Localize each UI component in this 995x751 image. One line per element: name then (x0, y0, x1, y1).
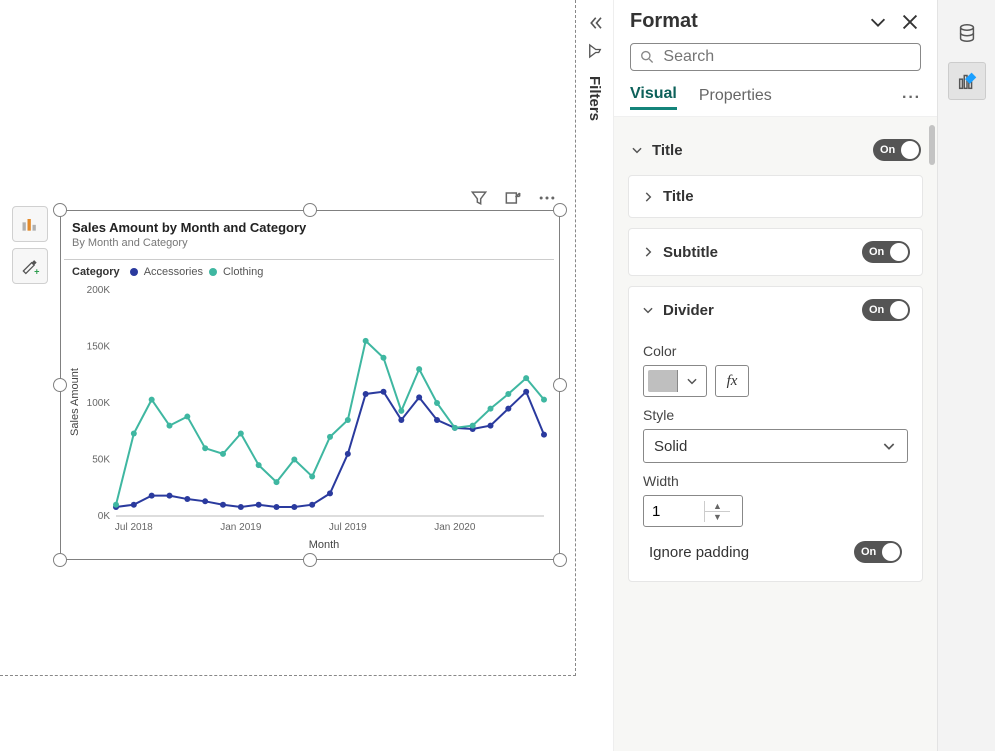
line-chart: Sales Amount by Month and Category By Mo… (64, 216, 554, 554)
svg-text:50K: 50K (92, 455, 110, 466)
legend-title: Category (72, 266, 120, 278)
filter-icon[interactable] (469, 188, 489, 208)
section-title[interactable]: Title On (624, 129, 927, 171)
svg-text:Jul 2018: Jul 2018 (115, 522, 153, 533)
filters-funnel-icon (586, 42, 604, 60)
chart-subtitle: By Month and Category (72, 237, 546, 249)
ignore-padding-toggle[interactable]: On (854, 541, 902, 563)
svg-text:200K: 200K (87, 285, 111, 296)
format-pane-title: Format (630, 10, 698, 33)
step-down-icon[interactable]: ▼ (705, 512, 730, 522)
divider-color-label: Color (643, 343, 908, 359)
chevron-right-icon (641, 190, 655, 204)
resize-handle[interactable] (53, 203, 67, 217)
resize-handle[interactable] (553, 553, 567, 567)
visual-side-toolbar: + (12, 206, 48, 284)
resize-handle[interactable] (303, 203, 317, 217)
resize-handle[interactable] (53, 553, 67, 567)
resize-handle[interactable] (303, 553, 317, 567)
divider-toggle[interactable]: On (862, 299, 910, 321)
collapse-chevron-icon[interactable] (586, 14, 604, 32)
divider-style-label: Style (643, 407, 908, 423)
title-subcard: Title (628, 175, 923, 218)
chevron-down-icon (881, 438, 897, 454)
scrollbar-thumb[interactable] (929, 125, 935, 165)
visual-header-icons (469, 188, 557, 208)
divider-style-value: Solid (654, 438, 687, 455)
chevron-down-icon (678, 366, 706, 396)
chevron-down-icon[interactable] (867, 11, 889, 33)
legend-swatch-clothing (209, 268, 217, 276)
tab-visual[interactable]: Visual (630, 85, 677, 110)
format-tool-button[interactable]: + (12, 248, 48, 284)
data-pane-icon[interactable] (948, 14, 986, 52)
format-pane: Format Visual Properties ··· (614, 0, 938, 751)
chart-divider (64, 259, 554, 260)
divider-width-input[interactable] (644, 503, 704, 520)
subsection-title[interactable]: Title (629, 176, 922, 217)
divider-color-picker[interactable] (643, 365, 707, 397)
step-up-icon[interactable]: ▲ (705, 501, 730, 512)
close-icon[interactable] (899, 11, 921, 33)
report-canvas[interactable]: + Sales Amount by Month and Category By … (0, 0, 576, 676)
subsection-divider[interactable]: Divider On (629, 287, 922, 333)
svg-text:Jan 2020: Jan 2020 (434, 522, 476, 533)
chart-visual-container[interactable]: Sales Amount by Month and Category By Mo… (60, 210, 560, 560)
subtitle-subcard: Subtitle On (628, 228, 923, 276)
svg-text:+: + (34, 266, 39, 276)
tab-properties[interactable]: Properties (699, 87, 772, 109)
resize-handle[interactable] (553, 378, 567, 392)
tabs-more-icon[interactable]: ··· (902, 89, 921, 107)
chart-title: Sales Amount by Month and Category (72, 220, 546, 235)
divider-width-stepper[interactable]: ▲ ▼ (643, 495, 743, 527)
legend-item-clothing[interactable]: Clothing (223, 266, 263, 278)
divider-style-select[interactable]: Solid (643, 429, 908, 463)
chevron-down-icon (641, 303, 655, 317)
ignore-padding-label: Ignore padding (649, 544, 749, 561)
focus-mode-icon[interactable] (503, 188, 523, 208)
search-icon (639, 48, 655, 66)
title-toggle[interactable]: On (873, 139, 921, 161)
subtitle-toggle[interactable]: On (862, 241, 910, 263)
search-input[interactable] (663, 48, 912, 66)
subsection-title-label: Title (663, 188, 694, 205)
plot-area: 0K 50K 100K 150K 200K Jul 2018 Jan 2019 Jul 20… (64, 280, 554, 554)
svg-text:0K: 0K (98, 511, 111, 522)
color-swatch (648, 370, 678, 392)
chart-legend: Category Accessories Clothing (64, 266, 554, 278)
legend-swatch-accessories (130, 268, 138, 276)
fx-button[interactable]: fx (715, 365, 749, 397)
chevron-right-icon (641, 245, 655, 259)
fields-tool-button[interactable] (12, 206, 48, 242)
subsection-subtitle[interactable]: Subtitle On (629, 229, 922, 275)
divider-subcard: Divider On Color fx Style (628, 286, 923, 582)
subsection-subtitle-label: Subtitle (663, 244, 718, 261)
svg-text:100K: 100K (87, 398, 111, 409)
subsection-divider-label: Divider (663, 302, 714, 319)
section-title-label: Title (652, 142, 683, 159)
svg-text:Jan 2019: Jan 2019 (220, 522, 262, 533)
right-rail (938, 0, 995, 751)
filters-pane-collapsed[interactable]: Filters (576, 0, 614, 751)
legend-item-accessories[interactable]: Accessories (144, 266, 203, 278)
format-pane-icon[interactable] (948, 62, 986, 100)
resize-handle[interactable] (553, 203, 567, 217)
divider-width-label: Width (643, 473, 908, 489)
filters-label: Filters (586, 76, 603, 121)
svg-text:150K: 150K (87, 342, 111, 353)
chevron-down-icon (630, 143, 644, 157)
format-tabs: Visual Properties ··· (630, 85, 921, 110)
svg-text:Jul 2019: Jul 2019 (329, 522, 367, 533)
format-search[interactable] (630, 43, 921, 71)
resize-handle[interactable] (53, 378, 67, 392)
svg-text:Month: Month (309, 539, 340, 551)
svg-text:Sales Amount: Sales Amount (69, 368, 81, 436)
